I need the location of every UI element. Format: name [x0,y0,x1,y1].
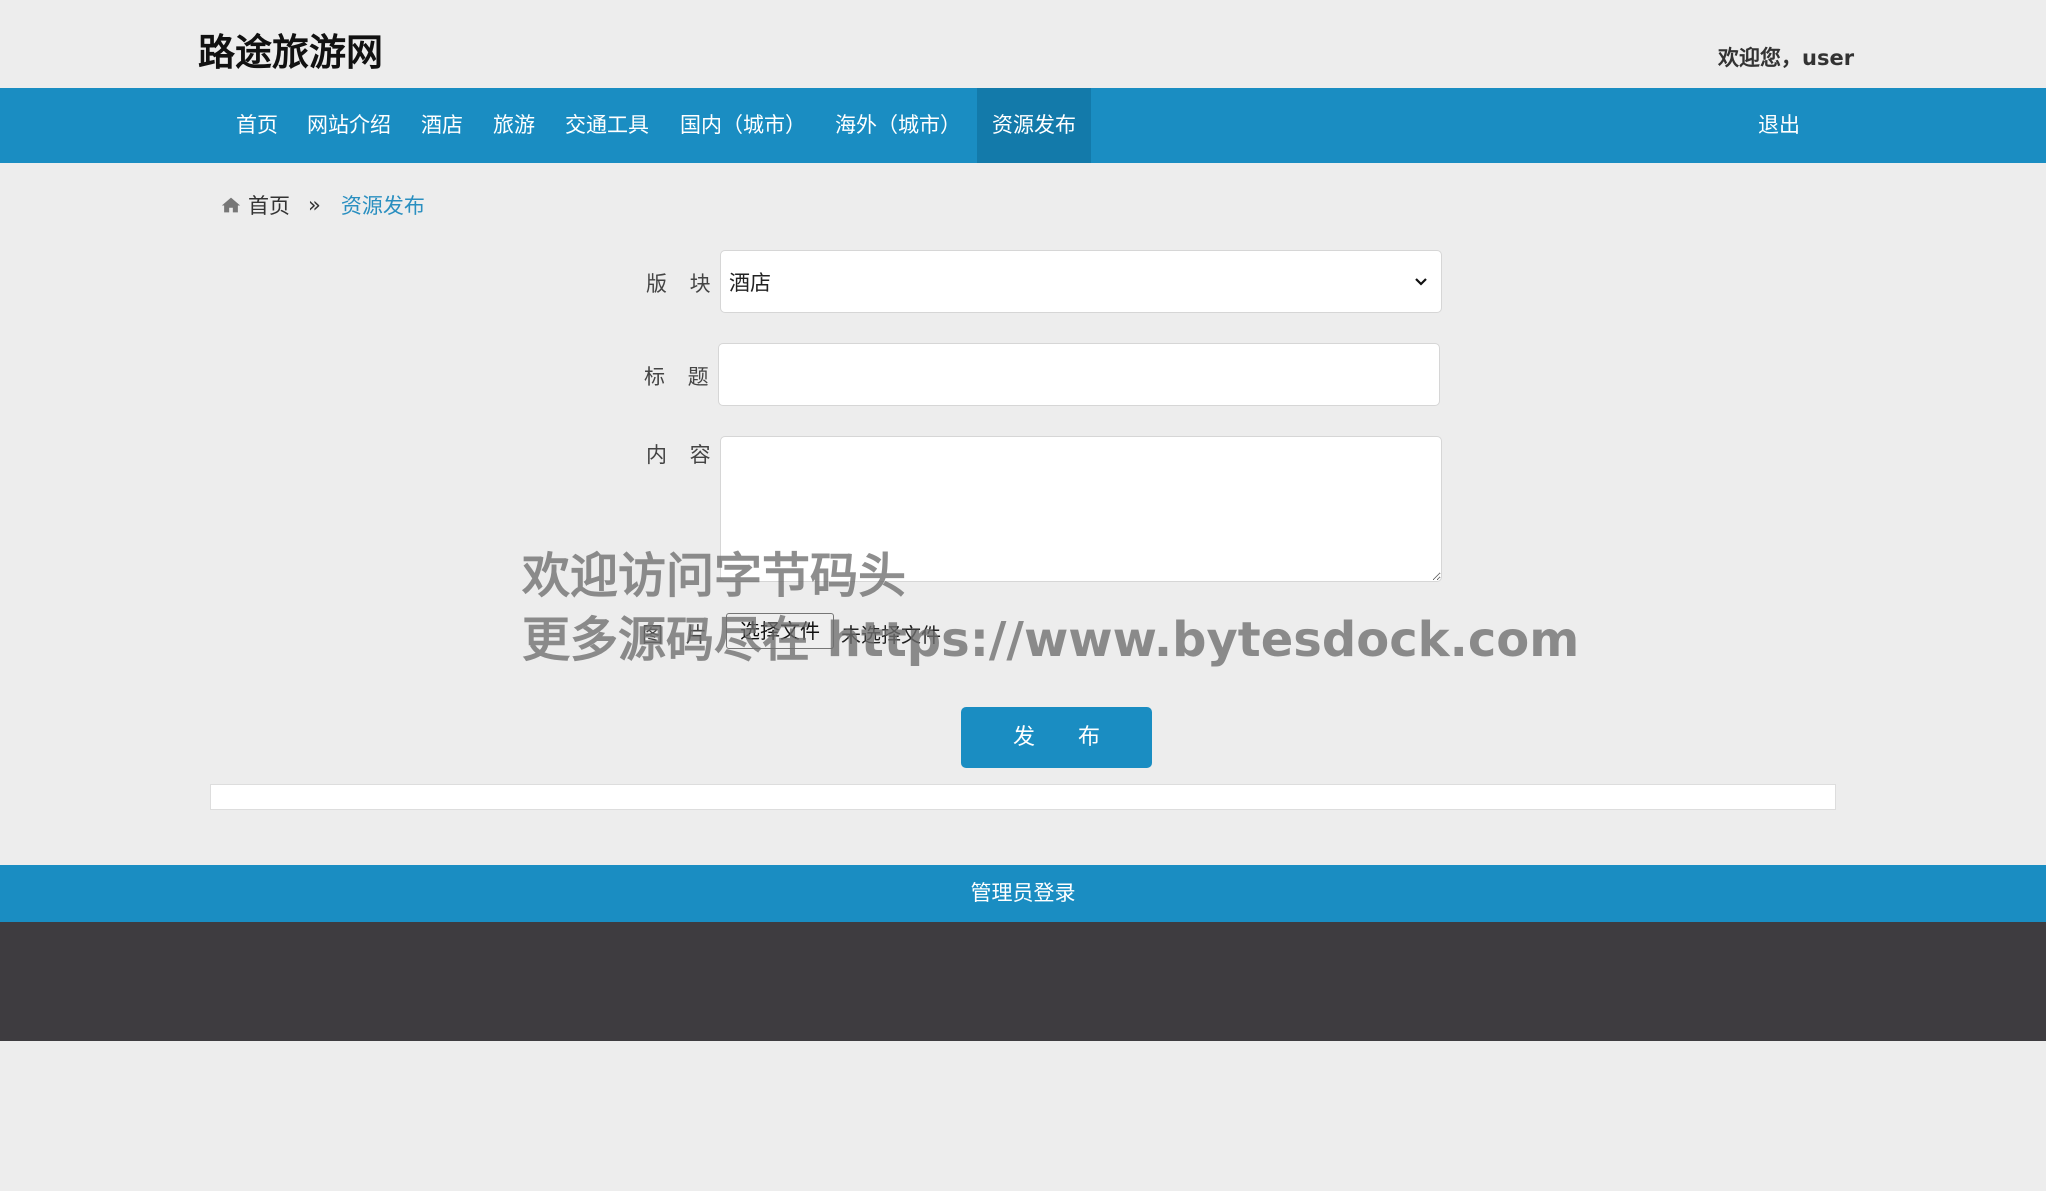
nav-item-overseas[interactable]: 海外（城市） [835,88,961,163]
breadcrumb-current: 资源发布 [340,194,425,218]
content-textarea[interactable] [720,436,1442,582]
page: 路途旅游网 欢迎您，user 首页 网站介绍 酒店 旅游 交通工具 国内（城市）… [0,0,2046,1191]
empty-content-bar [210,784,1836,810]
admin-login-link[interactable]: 管理员登录 [971,881,1076,905]
nav-item-travel[interactable]: 旅游 [493,88,535,163]
breadcrumb-separator: » [308,193,321,217]
welcome-user-text: 欢迎您，user [1718,46,1855,70]
section-select[interactable]: 酒店 [720,250,1442,313]
content-label: 内 容 [646,443,719,467]
footer-dark [0,922,2046,1041]
publish-button[interactable]: 发 布 [961,707,1152,768]
breadcrumb: 首页 » 资源发布 [220,190,425,220]
choose-file-button[interactable]: 选择文件 [726,613,834,649]
nav-item-publish[interactable]: 资源发布 [977,88,1091,163]
section-label: 版 块 [646,272,719,296]
nav-item-domestic[interactable]: 国内（城市） [680,88,806,163]
file-status-text: 未选择文件 [841,623,941,647]
site-header: 路途旅游网 欢迎您，user [0,0,2046,88]
section-select-value: 酒店 [729,270,771,295]
nav-item-transport[interactable]: 交通工具 [565,88,649,163]
title-input[interactable] [718,343,1440,406]
nav-item-home[interactable]: 首页 [236,88,278,163]
logout-link[interactable]: 退出 [1758,88,1800,163]
home-icon [221,197,241,213]
breadcrumb-home-link[interactable]: 首页 [248,190,290,220]
main-nav: 首页 网站介绍 酒店 旅游 交通工具 国内（城市） 海外（城市） 资源发布 退出 [0,88,2046,163]
nav-item-hotel[interactable]: 酒店 [421,88,463,163]
chevron-down-icon [1415,278,1427,286]
site-logo[interactable]: 路途旅游网 [198,22,383,76]
image-label: 图 片 [642,623,715,647]
nav-item-about[interactable]: 网站介绍 [307,88,391,163]
title-label: 标 题 [644,365,717,389]
footer-link-bar: 管理员登录 [0,865,2046,922]
